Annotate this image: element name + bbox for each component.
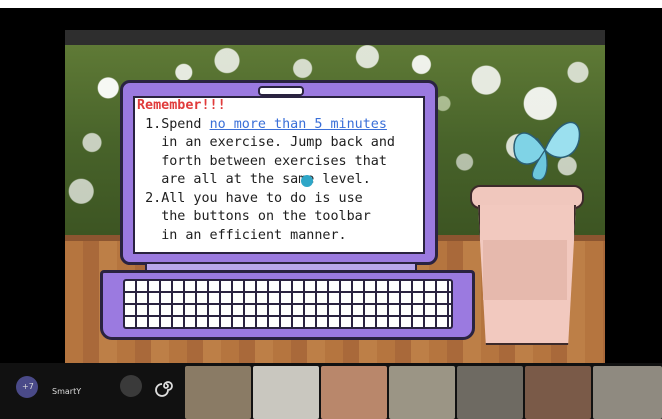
item2-line-2: the buttons on the toolbar — [161, 209, 371, 224]
slide-text-block: Remember!!! 1.Spend no more than 5 minut… — [137, 97, 427, 245]
participant-video-1[interactable] — [185, 366, 251, 419]
item2-line-1: All you have to do is use — [161, 190, 363, 206]
laptop-camera — [258, 86, 304, 96]
keyboard-row-divider — [125, 291, 451, 293]
presentation-slide: Remember!!! 1.Spend no more than 5 minut… — [65, 30, 605, 364]
slide-header-bar — [65, 30, 605, 45]
time-limit-link[interactable]: no more than 5 minutes — [210, 117, 387, 132]
item1-line-3: forth between exercises that — [161, 153, 387, 169]
item1-line-4: are all at the same level. — [161, 172, 371, 187]
top-bar — [0, 0, 662, 8]
app-label: SmartY — [52, 387, 82, 396]
item2-number: 2. — [145, 190, 162, 206]
participant-avatar[interactable] — [120, 375, 142, 397]
participant-video-6[interactable] — [525, 366, 591, 419]
keyboard-row-divider — [125, 315, 451, 317]
item1-line-2: in an exercise. Jump back and — [161, 135, 395, 150]
keyboard-row-divider — [125, 303, 451, 305]
participant-video-4[interactable] — [389, 366, 455, 419]
spiral-icon[interactable] — [153, 373, 179, 399]
laptop-keyboard — [123, 279, 453, 329]
participant-video-7[interactable] — [593, 366, 662, 419]
screen-share-window: Remember!!! 1.Spend no more than 5 minut… — [0, 0, 662, 419]
participant-video-2[interactable] — [253, 366, 319, 419]
butterfly-icon — [513, 121, 581, 181]
participant-video-5[interactable] — [457, 366, 523, 419]
cup-sleeve — [483, 240, 567, 300]
more-participants-button[interactable]: +7 — [16, 376, 38, 398]
remember-heading: Remember!!! — [137, 98, 226, 113]
item1-number: 1. — [145, 116, 162, 132]
participant-video-3[interactable] — [321, 366, 387, 419]
item2-line-3: in an efficient manner. — [161, 227, 347, 243]
pointer-highlight — [301, 175, 313, 187]
laptop-base — [100, 270, 475, 340]
item1-line-1: Spend — [161, 116, 210, 132]
participant-count: +7 — [22, 382, 34, 391]
app-logo: SmartY — [52, 375, 82, 399]
